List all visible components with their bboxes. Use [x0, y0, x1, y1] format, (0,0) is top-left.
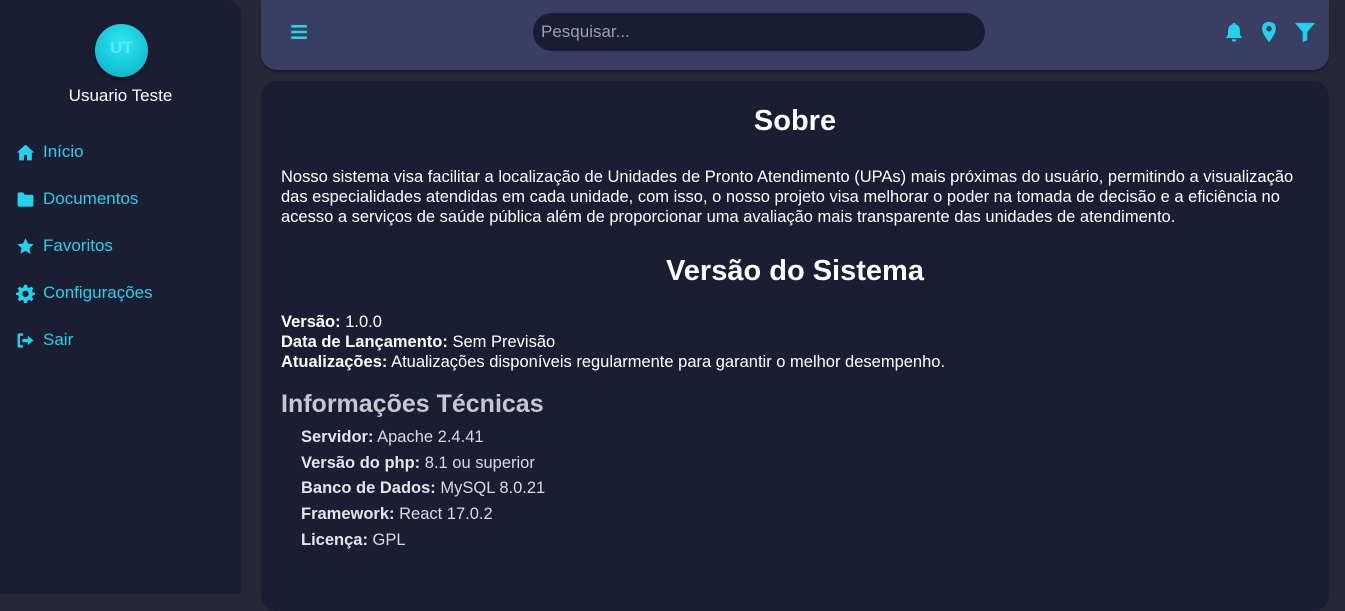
tech-item-framework: Framework: React 17.0.2 [301, 504, 545, 530]
notifications-button[interactable] [1223, 21, 1245, 43]
tech-info-list: Servidor: Apache 2.4.41 Versão do php: 8… [301, 427, 545, 555]
sidebar-item-sair[interactable]: Sair [16, 328, 73, 352]
tech-item-label: Versão do php: [301, 453, 421, 472]
updates-label: Atualizações: [281, 353, 388, 371]
top-bar [261, 0, 1329, 70]
sidebar-item-label: Início [43, 142, 84, 161]
tech-item-value: React 17.0.2 [399, 505, 493, 524]
location-pin-icon [1262, 21, 1276, 43]
updates-value: Atualizações disponíveis regularmente pa… [391, 353, 946, 371]
location-button[interactable] [1258, 21, 1280, 43]
sidebar-item-inicio[interactable]: Início [16, 140, 84, 164]
avatar-initials: UT [110, 37, 133, 57]
version-value: 1.0.0 [345, 313, 382, 331]
tech-item-value: GPL [372, 530, 406, 549]
version-title: Versão do Sistema [666, 255, 924, 287]
tech-item-value: Apache 2.4.41 [377, 428, 484, 446]
tech-item-label: Licença: [301, 530, 368, 549]
release-date-label: Data de Lançamento: [281, 333, 448, 351]
star-icon [17, 237, 34, 254]
tech-item-value: 8.1 ou superior [424, 453, 535, 472]
release-date-row: Data de Lançamento: Sem Previsão [281, 332, 1311, 352]
tech-item-label: Banco de Dados: [301, 479, 436, 498]
folder-icon [17, 191, 34, 207]
about-title: Sobre [753, 105, 837, 137]
sidebar-item-favoritos[interactable]: Favoritos [16, 234, 113, 258]
filter-icon [1294, 22, 1316, 43]
sidebar-item-label: Favoritos [43, 236, 113, 255]
tech-item-value: MySQL 8.0.21 [440, 479, 546, 498]
sidebar-item-label: Sair [43, 330, 74, 349]
tech-item-label: Servidor: [301, 428, 374, 446]
about-panel: Sobre Nosso sistema visa facilitar a loc… [261, 81, 1329, 611]
sidebar-item-documentos[interactable]: Documentos [16, 187, 138, 211]
version-info: Versão: 1.0.0 Data de Lançamento: Sem Pr… [281, 312, 1311, 372]
version-row: Versão: 1.0.0 [281, 312, 1311, 332]
bell-icon [1225, 22, 1243, 42]
menu-button[interactable] [289, 22, 309, 42]
sidebar-item-label: Documentos [43, 189, 139, 208]
filter-button[interactable] [1294, 21, 1316, 43]
tech-item-server: Servidor: Apache 2.4.41 [301, 427, 545, 453]
tech-item-label: Framework: [301, 505, 395, 524]
about-description: Nosso sistema visa facilitar a localizaç… [281, 168, 1294, 226]
tech-item-database: Banco de Dados: MySQL 8.0.21 [301, 478, 545, 504]
tech-item-license: Licença: GPL [301, 530, 545, 556]
avatar[interactable]: UT [95, 24, 148, 77]
updates-row: Atualizações: Atualizações disponíveis r… [281, 352, 1311, 372]
gear-icon [16, 284, 35, 303]
sidebar-item-label: Configurações [43, 283, 153, 302]
sidebar: UT Usuario Teste Início Documentos Favor… [0, 0, 241, 594]
tech-info-title: Informações Técnicas [281, 390, 544, 418]
sidebar-item-configuracoes[interactable]: Configurações [16, 281, 153, 305]
user-name: Usuario Teste [68, 86, 173, 105]
version-label: Versão: [281, 313, 341, 331]
menu-icon [291, 25, 307, 39]
logout-icon [17, 332, 34, 348]
tech-item-php: Versão do php: 8.1 ou superior [301, 453, 545, 479]
search-input[interactable] [533, 13, 985, 51]
home-icon [16, 144, 35, 160]
release-date-value: Sem Previsão [452, 333, 556, 351]
